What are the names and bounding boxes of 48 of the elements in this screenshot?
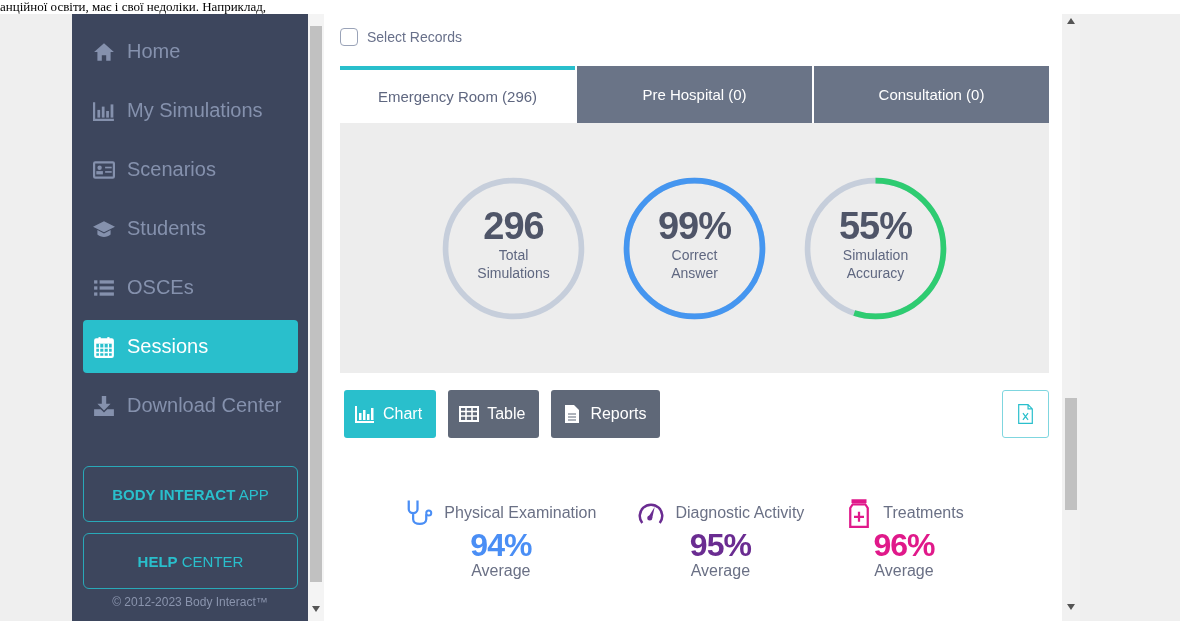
nav-item[interactable]: OSCEs bbox=[83, 261, 298, 314]
bar-chart-icon bbox=[355, 404, 375, 424]
stat-label: Simulation Accuracy bbox=[841, 246, 910, 282]
metric-title: Treatments bbox=[883, 504, 964, 522]
metric-value: 95% bbox=[689, 528, 751, 562]
metric-value: 96% bbox=[873, 528, 935, 562]
copyright-text: © 2012-2023 Body Interact™ bbox=[111, 595, 269, 609]
calendar-icon bbox=[93, 335, 115, 358]
metric-caption: Average bbox=[471, 562, 531, 580]
scrollbar-thumb[interactable] bbox=[310, 26, 322, 582]
scrollbar[interactable] bbox=[1062, 14, 1080, 621]
tab[interactable]: Consultation (0) bbox=[814, 66, 1049, 123]
nav-item[interactable]: Scenarios bbox=[83, 143, 298, 196]
scroll-down-arrow-icon[interactable] bbox=[1067, 604, 1075, 610]
metric-title: Diagnostic Activity bbox=[675, 504, 805, 522]
nav-item[interactable]: Download Center bbox=[83, 379, 298, 432]
nav-item[interactable]: Home bbox=[83, 25, 298, 78]
tab[interactable]: Pre Hospital (0) bbox=[577, 66, 812, 123]
stat-value: 55% bbox=[838, 206, 913, 246]
scrollbar-thumb[interactable] bbox=[1065, 398, 1077, 510]
excel-export-button[interactable] bbox=[1002, 390, 1049, 438]
checkbox-label: Select Records bbox=[367, 29, 462, 45]
view-button[interactable]: Table bbox=[448, 390, 540, 438]
document-text: анційної освіти, має і свої недоліки. Наприклад, bbox=[0, 0, 267, 14]
id-card-icon bbox=[93, 158, 115, 181]
view-button[interactable]: Reports bbox=[551, 390, 661, 438]
metric-caption: Average bbox=[874, 562, 934, 580]
metric-value: 94% bbox=[470, 528, 532, 562]
table-icon bbox=[459, 404, 480, 424]
stat-value: 296 bbox=[483, 206, 544, 246]
bar-chart-icon bbox=[93, 99, 115, 122]
view-button[interactable]: Chart bbox=[344, 390, 437, 438]
download-icon bbox=[93, 394, 115, 417]
scrollbar[interactable] bbox=[308, 14, 324, 621]
nav-item[interactable]: My Simulations bbox=[83, 84, 298, 137]
checkbox[interactable] bbox=[340, 28, 358, 46]
stat-label: Correct Answer bbox=[670, 246, 719, 282]
stat-label: Total Simulations bbox=[476, 246, 551, 282]
scroll-up-arrow-icon[interactable] bbox=[1067, 18, 1075, 24]
nav-item[interactable]: Sessions bbox=[83, 320, 298, 373]
sidebar-link-button[interactable]: HELP CENTER bbox=[83, 533, 298, 589]
sidebar-link-button[interactable]: BODY INTERACT APP bbox=[83, 466, 298, 522]
metric-caption: Average bbox=[690, 562, 751, 580]
nav-item[interactable]: Students bbox=[83, 202, 298, 255]
metric-title: Physical Examination bbox=[444, 504, 597, 522]
stat-value: 99% bbox=[657, 206, 732, 246]
spreadsheet-file-icon bbox=[1017, 403, 1034, 425]
scroll-down-arrow-icon[interactable] bbox=[312, 606, 320, 612]
